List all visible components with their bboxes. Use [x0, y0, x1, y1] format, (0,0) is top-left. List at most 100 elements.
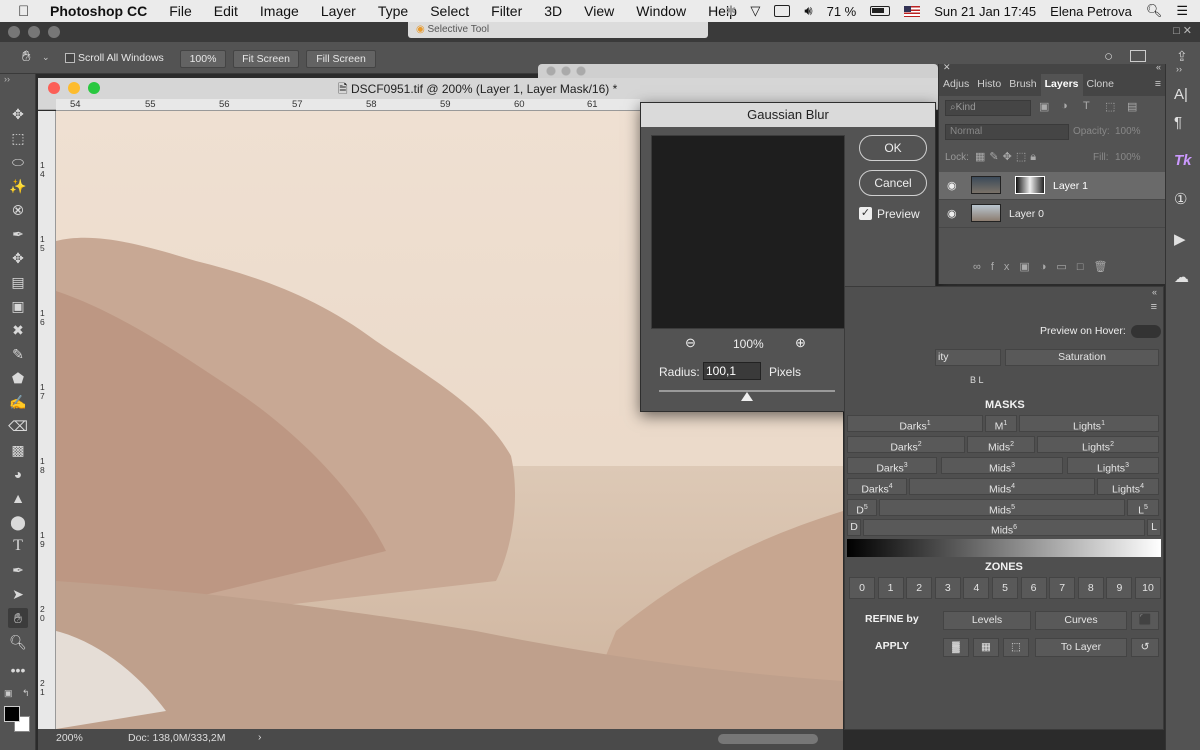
layer-mask-thumbnail[interactable] [1015, 176, 1045, 194]
more-tools-icon[interactable]: ••• [8, 660, 28, 680]
healing-tool-icon[interactable]: ✥ [8, 248, 28, 268]
lock-icons[interactable]: ▦✎✥⬚🔒︎ [975, 150, 1040, 164]
eyedropper-tool-icon[interactable]: ✒ [8, 224, 28, 244]
pen-tool-icon[interactable]: ✒ [8, 560, 28, 580]
path-select-tool-icon[interactable]: ➤ [8, 584, 28, 604]
mids-4[interactable]: Mids4 [909, 478, 1095, 496]
lasso-tool-icon[interactable]: ⬭ [8, 152, 28, 172]
notification-center-icon[interactable]: ☰ [1176, 3, 1188, 19]
menu-type[interactable]: Type [367, 3, 419, 19]
opacity-value[interactable]: 100% [1115, 126, 1141, 137]
visibility-eye-icon[interactable]: ◉ [947, 207, 957, 220]
gradient-tool-icon[interactable]: ▩ [8, 440, 28, 460]
lights-4[interactable]: Lights4 [1097, 478, 1159, 496]
doc-minimize-dot[interactable] [68, 82, 80, 94]
airplay-icon[interactable] [774, 5, 791, 17]
blur-tool-icon[interactable]: ◕ [8, 464, 28, 484]
darks-4[interactable]: Darks4 [847, 478, 907, 496]
menu-window[interactable]: Window [625, 3, 697, 19]
bluetooth-icon[interactable]: ✱ [725, 3, 736, 19]
darks-2[interactable]: Darks2 [847, 436, 965, 454]
darks-1[interactable]: Darks1 [847, 415, 983, 433]
share-icon[interactable]: ⇪ [1176, 48, 1188, 65]
lights-2[interactable]: Lights2 [1037, 436, 1159, 454]
blend-mode-select[interactable]: Normal [945, 124, 1069, 140]
mids-1[interactable]: M1 [985, 415, 1017, 433]
visibility-eye-icon[interactable]: ◉ [947, 179, 957, 192]
hand-tool-icon[interactable]: ✋︎ [22, 48, 31, 65]
zoom-window-dot[interactable] [48, 26, 60, 38]
collapse-icon[interactable]: □ ✕ [1173, 24, 1192, 37]
layer-row-1[interactable]: ◉ Layer 1 [939, 172, 1166, 200]
layer-name[interactable]: Layer 1 [1053, 180, 1088, 192]
radius-slider-thumb[interactable] [741, 392, 753, 401]
menu-image[interactable]: Image [249, 3, 310, 19]
tab-luminosity[interactable]: ity [935, 349, 1001, 366]
expand-tools-icon[interactable]: ›› [4, 74, 10, 84]
fit-screen-button[interactable]: Fit Screen [233, 50, 299, 68]
darks-3[interactable]: Darks3 [847, 457, 937, 475]
menu-layer[interactable]: Layer [310, 3, 367, 19]
zone-button-5[interactable]: 5 [992, 577, 1018, 599]
lum-panel-collapse-icon[interactable]: « [1152, 287, 1157, 297]
cancel-button[interactable]: Cancel [859, 170, 927, 196]
filter-smart-icon[interactable]: ▤ [1127, 100, 1137, 113]
character-panel-icon[interactable]: A| [1174, 86, 1188, 103]
brush-tool-icon[interactable]: ✎ [8, 344, 28, 364]
default-colors-icon[interactable]: ▣ [4, 688, 13, 699]
battery-icon[interactable] [870, 6, 891, 16]
menu-edit[interactable]: Edit [203, 3, 249, 19]
fill-value[interactable]: 100% [1115, 152, 1141, 163]
zone-button-7[interactable]: 7 [1049, 577, 1076, 599]
zone-button-4[interactable]: 4 [963, 577, 990, 599]
tab-clone[interactable]: Clone [1083, 74, 1118, 96]
patch-tool-icon[interactable]: ▤ [8, 272, 28, 292]
layer-row-0[interactable]: ◉ Layer 0 [939, 200, 1166, 228]
zone-button-6[interactable]: 6 [1020, 577, 1047, 599]
apply-extra-button[interactable]: ↺ [1131, 638, 1159, 657]
volume-icon[interactable]: 🔊︎ [804, 3, 812, 19]
filter-pixel-icon[interactable]: ▣ [1039, 100, 1049, 113]
zone-button-10[interactable]: 10 [1135, 577, 1161, 599]
marquee-tool-icon[interactable]: ⬚ [8, 128, 28, 148]
tab-adjustments[interactable]: Adjus [939, 74, 973, 96]
move-tool-icon[interactable]: ✥ [8, 104, 28, 124]
wifi-icon[interactable]: ▽ [750, 3, 760, 19]
zoom-tool-icon[interactable]: 🔍︎ [8, 632, 28, 652]
sharpen-tool-icon[interactable]: ▲ [8, 488, 28, 508]
dodge-tool-icon[interactable]: ⬤ [8, 512, 28, 532]
dialog-title[interactable]: Gaussian Blur [641, 103, 935, 127]
zoom-out-icon[interactable]: ⊖ [685, 335, 696, 351]
darks-5[interactable]: D5 [847, 499, 877, 517]
ok-button[interactable]: OK [859, 135, 927, 161]
tab-brush[interactable]: Brush [1005, 74, 1040, 96]
preview-on-hover-toggle[interactable] [1131, 325, 1161, 338]
hand-tool-active-icon[interactable]: ✋︎ [8, 608, 28, 628]
vertical-ruler[interactable]: 1 4 1 5 1 6 1 7 1 8 1 9 2 0 2 1 [38, 111, 56, 729]
clock[interactable]: Sun 21 Jan 17:45 [934, 4, 1036, 19]
filter-type-icon[interactable]: T [1083, 100, 1090, 112]
tab-saturation[interactable]: Saturation [1005, 349, 1159, 366]
zoom-in-icon[interactable]: ⊕ [795, 335, 806, 351]
tab-layers[interactable]: Layers [1040, 74, 1083, 96]
zoom-100-button[interactable]: 100% [180, 50, 226, 68]
lights-3[interactable]: Lights3 [1067, 457, 1159, 475]
minimize-window-dot[interactable] [28, 26, 40, 38]
lum-panel-menu-icon[interactable]: ≡ [1151, 301, 1157, 313]
status-zoom[interactable]: 200% [56, 732, 83, 744]
cloud-panel-icon[interactable]: ☁ [1174, 268, 1189, 286]
levels-button[interactable]: Levels [943, 611, 1031, 630]
mids-3[interactable]: Mids3 [941, 457, 1063, 475]
foreground-color-swatch[interactable] [4, 706, 20, 722]
status-doc-size[interactable]: Doc: 138,0M/333,2M [128, 732, 225, 744]
curves-button[interactable]: Curves [1035, 611, 1127, 630]
workspace-icon[interactable] [1130, 50, 1146, 62]
spotlight-icon[interactable]: 🔍︎ [1146, 3, 1163, 19]
lights-5[interactable]: L5 [1127, 499, 1159, 517]
apply-mask-button[interactable]: ▓ [943, 638, 969, 657]
menu-file[interactable]: File [158, 3, 203, 19]
status-chevron-icon[interactable]: › [258, 731, 262, 743]
zone-button-1[interactable]: 1 [877, 577, 904, 599]
zone-button-8[interactable]: 8 [1077, 577, 1104, 599]
menu-filter[interactable]: Filter [480, 3, 533, 19]
